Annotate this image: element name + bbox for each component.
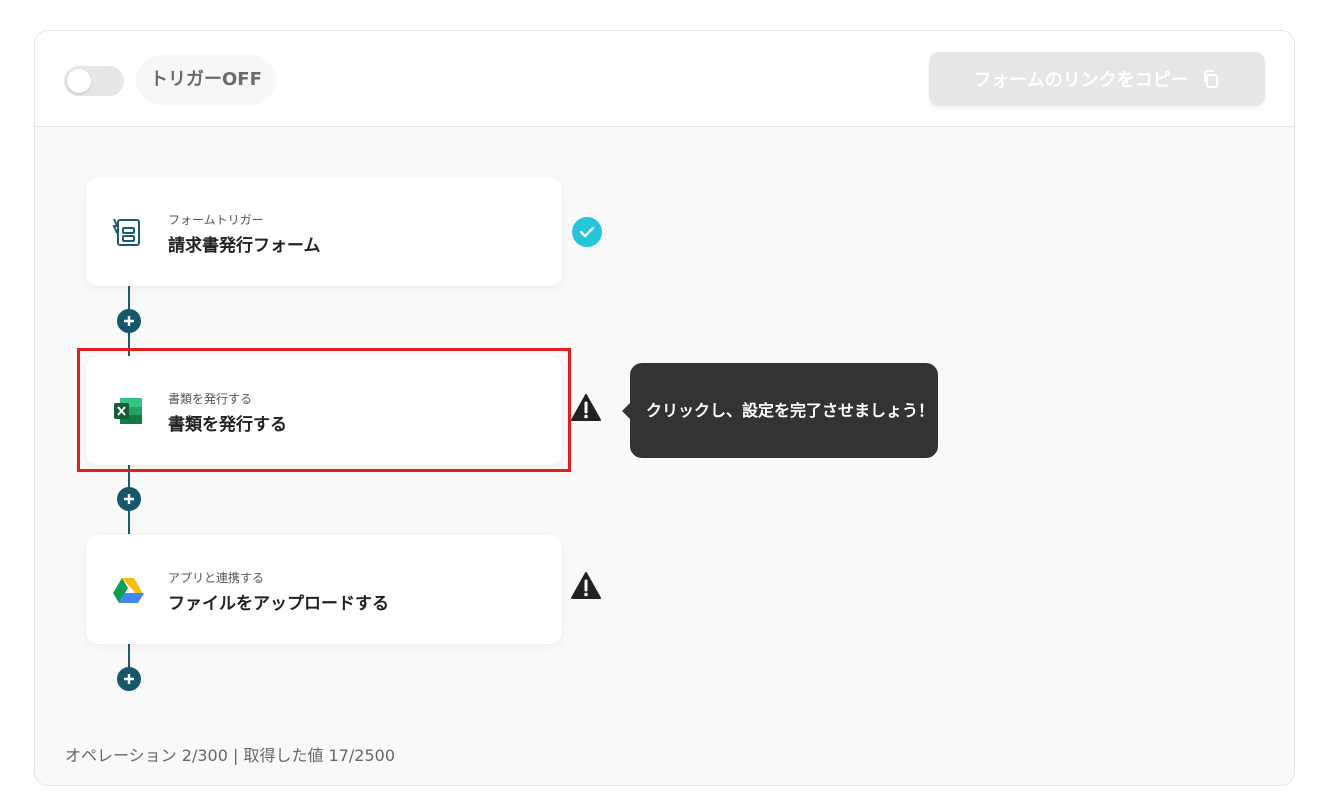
form-icon xyxy=(111,215,145,249)
plus-icon xyxy=(124,316,134,326)
plus-icon xyxy=(124,494,134,504)
google-drive-icon xyxy=(111,573,145,607)
tooltip-arrow xyxy=(622,403,630,419)
step-card-upload-file[interactable]: アプリと連携する ファイルをアップロードする xyxy=(86,535,562,644)
warning-icon xyxy=(570,392,602,424)
usage-counter: オペレーション 2/300 | 取得した値 17/2500 xyxy=(65,746,395,765)
copy-icon xyxy=(1201,69,1221,89)
copy-form-link-button[interactable]: フォームのリンクをコピー xyxy=(929,52,1265,106)
step-title: ファイルをアップロードする xyxy=(168,594,389,614)
plus-icon xyxy=(124,674,134,684)
step-subtitle: フォームトリガー xyxy=(168,213,264,227)
trigger-status-label: トリガーOFF xyxy=(136,55,276,105)
flow-header: トリガーOFF フォームのリンクをコピー xyxy=(35,31,1294,127)
step-subtitle: アプリと連携する xyxy=(168,571,265,585)
step-card-form-trigger[interactable]: フォームトリガー 請求書発行フォーム xyxy=(86,177,562,286)
tooltip-text: クリックし、設定を完了させましょう！ xyxy=(646,401,935,420)
warning-icon xyxy=(570,570,602,602)
toggle-knob xyxy=(67,69,91,93)
trigger-toggle[interactable] xyxy=(64,66,124,96)
add-step-button[interactable] xyxy=(117,309,141,333)
add-step-button[interactable] xyxy=(117,667,141,691)
flow-panel: トリガーOFF フォームのリンクをコピー フォームトリガー 請求書発行フォーム … xyxy=(34,30,1295,786)
check-icon xyxy=(571,216,603,248)
step-title: 請求書発行フォーム xyxy=(168,236,321,256)
setup-tooltip: クリックし、設定を完了させましょう！ xyxy=(622,363,938,458)
copy-form-link-label: フォームのリンクをコピー xyxy=(973,70,1189,91)
add-step-button[interactable] xyxy=(117,487,141,511)
highlight-box xyxy=(77,348,571,472)
